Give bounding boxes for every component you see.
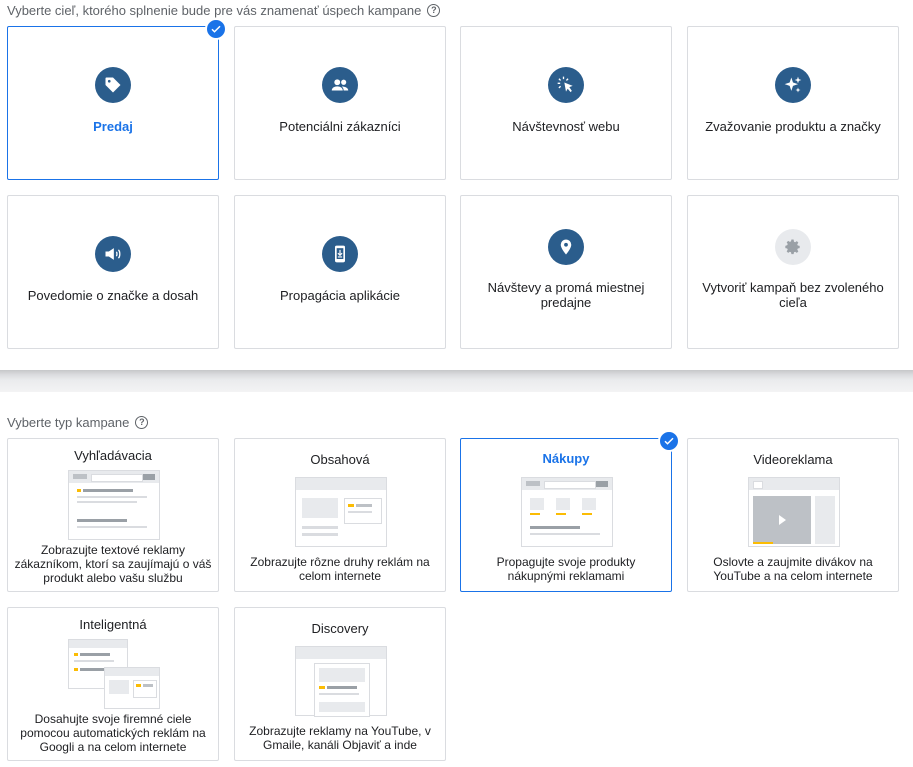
goal-label: Zvažovanie produktu a značky (705, 119, 881, 134)
goal-card-sales[interactable]: Predaj (7, 18, 227, 180)
type-section-title: Vyberte typ kampane ? (7, 415, 149, 430)
type-title: Vyhľadávacia (74, 448, 152, 463)
goal-card-local-store[interactable]: Návštevy a promá miestnej predajne (460, 195, 672, 349)
type-card-discovery[interactable]: Discovery Zobrazujte reklamy na YouTube,… (234, 607, 446, 761)
type-title: Inteligentná (79, 617, 147, 632)
goal-card-app-promotion[interactable]: Propagácia aplikácie (234, 195, 446, 349)
type-card-display[interactable]: Obsahová Zobrazujte rôzne druhy reklám n… (234, 438, 446, 592)
type-description: Zobrazujte rôzne druhy reklám na celom i… (250, 555, 430, 583)
people-icon (322, 67, 358, 103)
type-card-shopping[interactable]: Nákupy Propagujte svoje produkty nákupný… (460, 430, 680, 592)
goal-section-title: Vyberte cieľ, ktorého splnenie bude pre … (7, 3, 441, 18)
goal-card-awareness[interactable]: Povedomie o značke a dosah (7, 195, 219, 349)
type-section-title-text: Vyberte typ kampane (7, 415, 130, 430)
goal-label: Vytvoriť kampaň bez zvoleného cieľa (702, 280, 884, 310)
goal-card-no-goal[interactable]: Vytvoriť kampaň bez zvoleného cieľa (687, 195, 899, 349)
shopping-illustration (521, 477, 613, 547)
goal-card-leads[interactable]: Potenciálni zákazníci (234, 26, 446, 180)
discovery-illustration (295, 646, 387, 717)
type-card-video[interactable]: Videoreklama Oslovte a zaujmite divákov … (687, 438, 899, 592)
sparkle-icon (775, 67, 811, 103)
goal-section-title-text: Vyberte cieľ, ktorého splnenie bude pre … (7, 3, 422, 18)
smart-illustration (68, 639, 160, 709)
section-divider (0, 370, 913, 392)
video-illustration (748, 477, 840, 547)
play-icon (779, 515, 786, 525)
cursor-click-icon (548, 67, 584, 103)
check-icon (205, 18, 227, 40)
location-pin-icon (548, 229, 584, 265)
help-circle-icon[interactable]: ? (135, 416, 149, 429)
type-title: Videoreklama (753, 452, 833, 467)
type-title: Discovery (311, 621, 369, 636)
phone-download-icon (322, 236, 358, 272)
type-description: Oslovte a zaujmite divákov na YouTube a … (713, 555, 873, 583)
type-description: Dosahujte svoje firemné ciele pomocou au… (20, 712, 206, 754)
goal-label: Návštevy a promá miestnej predajne (487, 280, 645, 310)
type-title: Obsahová (310, 452, 370, 467)
goal-label: Predaj (93, 119, 133, 134)
type-description: Zobrazujte textové reklamy zákazníkom, k… (14, 543, 212, 585)
goal-label: Potenciálni zákazníci (279, 119, 401, 134)
search-illustration (68, 470, 160, 540)
display-illustration (295, 477, 387, 547)
megaphone-icon (95, 236, 131, 272)
goal-label: Propagácia aplikácie (280, 288, 400, 303)
type-card-search[interactable]: Vyhľadávacia Zobrazujte textové reklamy … (7, 438, 219, 592)
goal-card-consideration[interactable]: Zvažovanie produktu a značky (687, 26, 899, 180)
type-description: Zobrazujte reklamy na YouTube, v Gmaile,… (249, 724, 431, 752)
type-title: Nákupy (542, 451, 590, 466)
goal-label: Návštevnosť webu (512, 119, 620, 134)
goal-label: Povedomie o značke a dosah (27, 288, 199, 303)
help-circle-icon[interactable]: ? (427, 4, 441, 17)
goal-card-website-traffic[interactable]: Návštevnosť webu (460, 26, 672, 180)
type-description: Propagujte svoje produkty nákupnými rekl… (496, 555, 636, 583)
tag-icon (95, 67, 131, 103)
check-icon (658, 430, 680, 452)
type-card-smart[interactable]: Inteligentná Dosahujte svoje firemné cie… (7, 607, 219, 761)
gear-icon (775, 229, 811, 265)
